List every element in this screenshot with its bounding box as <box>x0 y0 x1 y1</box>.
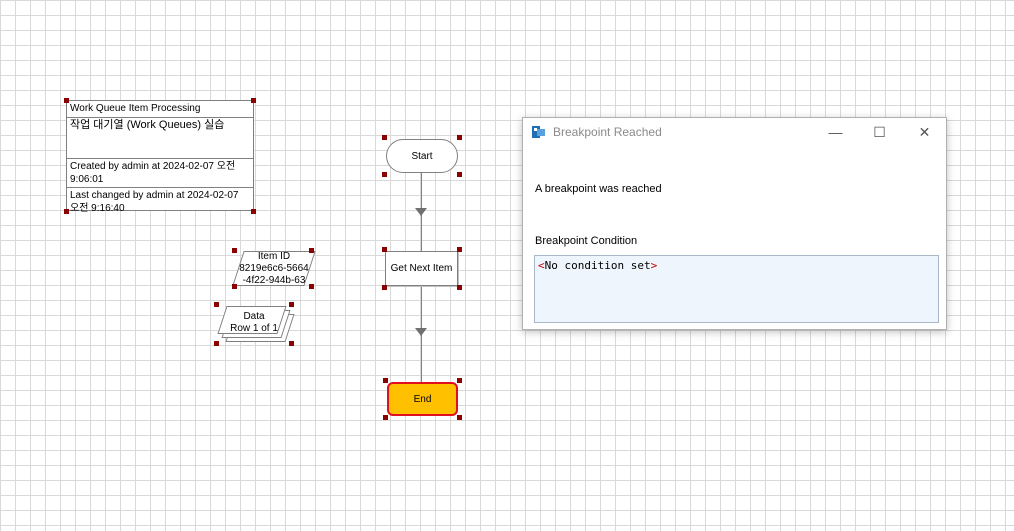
start-stage[interactable]: Start <box>386 139 458 173</box>
item-id-text: Item ID 8219e6c6-5664 -4f22-944b-63 <box>232 251 316 287</box>
selection-handle[interactable] <box>251 209 256 214</box>
selection-handle[interactable] <box>382 172 387 177</box>
selection-handle[interactable] <box>457 378 462 383</box>
selection-handle[interactable] <box>382 135 387 140</box>
selection-handle[interactable] <box>309 284 314 289</box>
dialog-title: Breakpoint Reached <box>553 125 662 139</box>
info-title: Work Queue Item Processing <box>67 101 253 118</box>
item-id-value-1: 8219e6c6-5664 <box>239 263 309 274</box>
end-label: End <box>413 393 432 405</box>
condition-value: No condition set <box>544 259 651 272</box>
selection-handle[interactable] <box>457 285 462 290</box>
arrow-down-icon <box>415 328 427 336</box>
end-stage[interactable]: End <box>387 382 458 416</box>
get-next-item-label: Get Next Item <box>390 263 453 274</box>
minimize-button[interactable]: — <box>813 118 858 146</box>
selection-handle[interactable] <box>251 98 256 103</box>
close-button[interactable]: ✕ <box>902 118 947 146</box>
info-created: Created by admin at 2024-02-07 오전 9:06:0… <box>67 159 253 188</box>
selection-handle[interactable] <box>232 248 237 253</box>
breakpoint-message: A breakpoint was reached <box>535 183 662 195</box>
arrow-down-icon <box>415 208 427 216</box>
condition-field[interactable]: <No condition set> <box>534 255 939 323</box>
condition-label: Breakpoint Condition <box>535 235 638 247</box>
dialog-titlebar[interactable]: Breakpoint Reached — ☐ ✕ <box>523 118 946 146</box>
selection-handle[interactable] <box>383 415 388 420</box>
item-id-value-2: -4f22-944b-63 <box>242 275 306 286</box>
selection-handle[interactable] <box>232 284 237 289</box>
get-next-item-stage[interactable]: Get Next Item <box>385 251 458 286</box>
selection-handle[interactable] <box>309 248 314 253</box>
selection-handle[interactable] <box>289 341 294 346</box>
data-stage-label: Data <box>243 311 265 322</box>
selection-handle[interactable] <box>457 415 462 420</box>
maximize-button[interactable]: ☐ <box>857 118 902 146</box>
selection-handle[interactable] <box>457 247 462 252</box>
breakpoint-dialog: Breakpoint Reached — ☐ ✕ A breakpoint wa… <box>522 117 947 330</box>
selection-handle[interactable] <box>457 172 462 177</box>
selection-handle[interactable] <box>64 98 69 103</box>
selection-handle[interactable] <box>64 209 69 214</box>
info-changed: Last changed by admin at 2024-02-07 오전 9… <box>70 190 239 214</box>
selection-handle[interactable] <box>457 135 462 140</box>
item-id-label: Item ID <box>257 251 291 262</box>
selection-handle[interactable] <box>382 285 387 290</box>
data-stage-text: Data Row 1 of 1 <box>218 311 290 335</box>
selection-handle[interactable] <box>289 302 294 307</box>
selection-handle[interactable] <box>382 247 387 252</box>
selection-handle[interactable] <box>383 378 388 383</box>
process-info-box[interactable]: Work Queue Item Processing 작업 대기열 (Work … <box>66 100 254 214</box>
condition-close-bracket: > <box>650 259 658 272</box>
selection-handle[interactable] <box>214 341 219 346</box>
condition-open-bracket: < <box>538 259 545 272</box>
app-icon <box>532 126 545 138</box>
start-label: Start <box>411 150 433 162</box>
selection-handle[interactable] <box>214 302 219 307</box>
data-stage-rows: Row 1 of 1 <box>230 323 278 334</box>
info-description: 작업 대기열 (Work Queues) 실습 <box>67 118 253 159</box>
